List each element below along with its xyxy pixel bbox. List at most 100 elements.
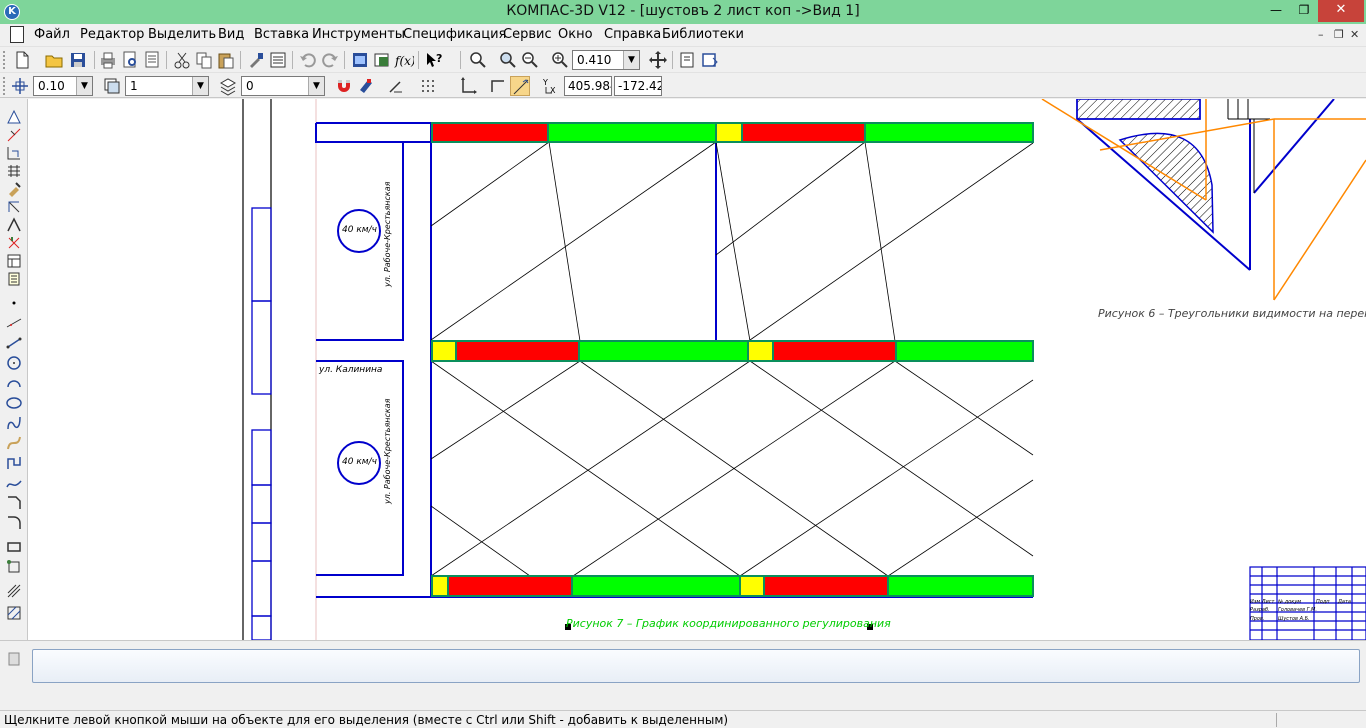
doc-restore-button[interactable]: ❐	[1334, 28, 1344, 41]
paste-icon[interactable]	[216, 50, 236, 70]
point-tool-icon[interactable]	[6, 295, 22, 311]
chamfer-icon[interactable]	[6, 495, 22, 511]
new-document-icon[interactable]	[12, 50, 32, 70]
menu-file[interactable]: Файл	[34, 27, 70, 42]
nurbs-icon[interactable]	[6, 475, 22, 491]
zoom-in-icon[interactable]	[498, 50, 518, 70]
command-field[interactable]	[32, 649, 1360, 683]
menu-select[interactable]: Выделить	[148, 27, 216, 42]
rectangle-icon[interactable]	[6, 539, 22, 555]
context-help-icon[interactable]: ?	[424, 50, 444, 70]
function-icon[interactable]: f(x)	[394, 50, 416, 70]
hatch-icon[interactable]	[6, 583, 22, 599]
redo-icon[interactable]	[320, 50, 340, 70]
panel-pin-icon[interactable]	[6, 651, 22, 667]
coord-x-field[interactable]: 405.984	[564, 76, 612, 96]
select-panel-icon[interactable]	[6, 217, 22, 233]
ellipse-icon[interactable]	[6, 395, 22, 411]
step-select[interactable]: 0.10 ▼	[33, 76, 93, 96]
doc-close-button[interactable]: ✕	[1350, 28, 1359, 41]
parametrization-panel-icon[interactable]	[6, 181, 22, 197]
style-icon[interactable]	[218, 76, 238, 96]
pan-icon[interactable]	[648, 50, 668, 70]
close-button[interactable]: ✕	[1318, 0, 1364, 22]
menu-edit[interactable]: Редактор	[80, 27, 144, 42]
collect-contour-icon[interactable]	[6, 605, 22, 621]
refresh-icon[interactable]	[678, 50, 698, 70]
chevron-down-icon[interactable]: ▼	[192, 77, 208, 95]
maximize-button[interactable]: ❐	[1290, 0, 1318, 22]
chevron-down-icon[interactable]: ▼	[308, 77, 324, 95]
open-folder-icon[interactable]	[44, 50, 64, 70]
contour-icon[interactable]	[6, 559, 22, 575]
menu-insert[interactable]: Вставка	[254, 27, 309, 42]
orthogonal-icon[interactable]	[386, 76, 406, 96]
manager-icon[interactable]	[350, 50, 370, 70]
menu-service[interactable]: Сервис	[503, 27, 552, 42]
menu-tools[interactable]: Инструменты	[312, 27, 405, 42]
variables-icon[interactable]	[372, 50, 392, 70]
designations-panel-icon[interactable]	[6, 145, 22, 161]
document-icon[interactable]	[10, 26, 24, 43]
street-label-rabochekrest-1[interactable]: ул. Рабоче-Крестьянская	[383, 182, 392, 287]
layer-icon[interactable]	[102, 76, 122, 96]
chevron-down-icon[interactable]: ▼	[76, 77, 92, 95]
style-select[interactable]: 0 ▼	[241, 76, 325, 96]
step-cursor-icon[interactable]	[10, 76, 30, 96]
coordinate-system-icon[interactable]	[458, 76, 478, 96]
figure6-caption[interactable]: Рисунок 6 – Треугольники видимости на пе…	[1098, 307, 1366, 320]
grid-icon[interactable]	[418, 76, 438, 96]
page-setup-icon[interactable]	[142, 50, 162, 70]
title-bar: K КОМПАС-3D V12 - [шустовъ 2 лист коп ->…	[0, 0, 1366, 24]
auxiliary-line-icon[interactable]	[6, 315, 22, 331]
chevron-down-icon[interactable]: ▼	[623, 51, 639, 69]
drawing-canvas[interactable]: Рисунок 7 – График координированного рег…	[28, 99, 1366, 640]
print-preview-icon[interactable]	[120, 50, 140, 70]
menu-libraries[interactable]: Библиотеки	[662, 27, 744, 42]
edit-panel-icon[interactable]	[6, 163, 22, 179]
doc-minimize-button[interactable]: –	[1318, 28, 1324, 41]
cut-icon[interactable]	[172, 50, 192, 70]
spec-panel-icon[interactable]	[6, 253, 22, 269]
toolbar-grip[interactable]	[3, 77, 7, 95]
layer-select[interactable]: 1 ▼	[125, 76, 209, 96]
snap-magnet-icon[interactable]	[334, 76, 354, 96]
figure7-caption[interactable]: Рисунок 7 – График координированного рег…	[566, 617, 891, 630]
menu-help[interactable]: Справка	[604, 27, 661, 42]
menu-specification[interactable]: Спецификация	[403, 27, 506, 42]
cursor-coordinates-icon[interactable]: YX	[542, 76, 562, 96]
round-coordinates-icon[interactable]	[510, 76, 530, 96]
menu-window[interactable]: Окно	[558, 27, 593, 42]
copy-icon[interactable]	[194, 50, 214, 70]
reports-panel-icon[interactable]	[6, 271, 22, 287]
undo-icon[interactable]	[298, 50, 318, 70]
zoom-frame-icon[interactable]	[468, 50, 488, 70]
associative-view-icon[interactable]	[6, 235, 22, 251]
save-icon[interactable]	[68, 50, 88, 70]
format-brush-icon[interactable]	[246, 50, 266, 70]
geometry-panel-icon[interactable]	[6, 109, 22, 125]
measure-panel-icon[interactable]	[6, 199, 22, 215]
circle-icon[interactable]	[6, 355, 22, 371]
properties-icon[interactable]	[268, 50, 288, 70]
street-label-rabochekrest-2[interactable]: ул. Рабоче-Крестьянская	[383, 399, 392, 504]
ortho-mode-icon[interactable]	[488, 76, 508, 96]
polyline-icon[interactable]	[6, 455, 22, 471]
menu-view[interactable]: Вид	[218, 27, 244, 42]
street-label-kalinina[interactable]: ул. Калинина	[319, 365, 382, 375]
bezier-icon[interactable]	[6, 435, 22, 451]
segment-icon[interactable]	[6, 335, 22, 351]
local-snap-icon[interactable]	[356, 76, 376, 96]
zoom-out-icon[interactable]	[520, 50, 540, 70]
fillet-icon[interactable]	[6, 515, 22, 531]
zoom-scale-icon[interactable]	[550, 50, 570, 70]
zoom-select[interactable]: 0.410 ▼	[572, 50, 640, 70]
print-icon[interactable]	[98, 50, 118, 70]
minimize-button[interactable]: —	[1262, 0, 1290, 22]
toolbar-grip[interactable]	[3, 51, 7, 69]
spline-icon[interactable]	[6, 415, 22, 431]
dimensions-panel-icon[interactable]	[6, 127, 22, 143]
show-all-icon[interactable]	[700, 50, 720, 70]
arc-icon[interactable]	[6, 375, 22, 391]
coord-y-field[interactable]: -172.42	[614, 76, 662, 96]
